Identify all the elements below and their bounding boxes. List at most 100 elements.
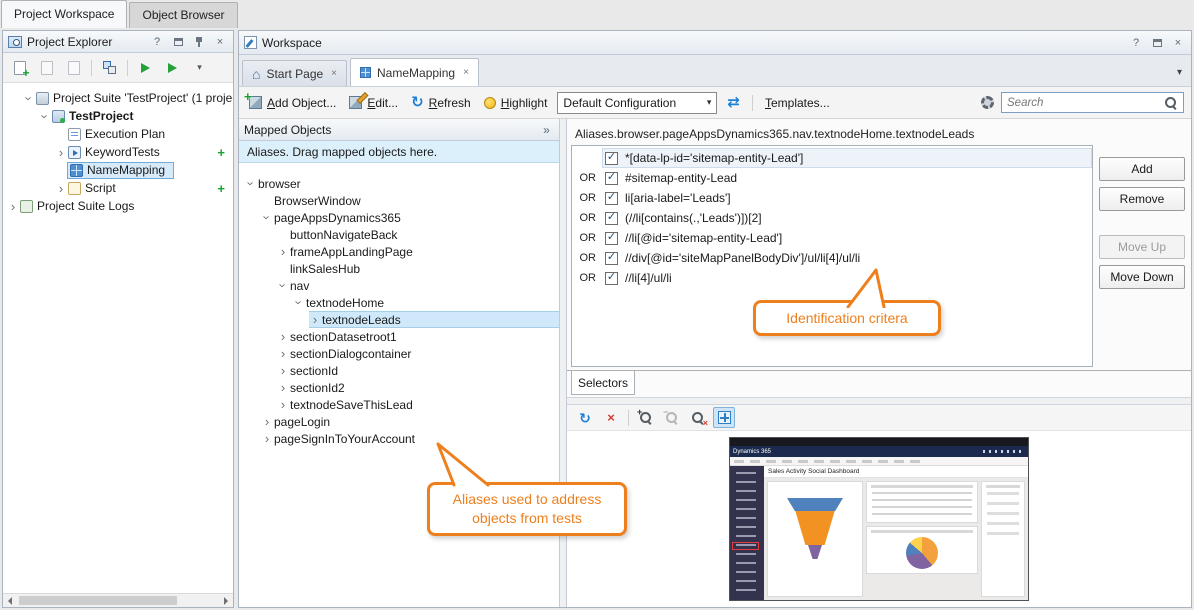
selector-checkbox[interactable]: ✓ xyxy=(605,152,618,165)
selector-row[interactable]: OR✓//div[@id='siteMapPanelBodyDiv']/ul/l… xyxy=(572,248,1092,268)
chevron-right-icon[interactable] xyxy=(277,347,289,361)
update-image-icon[interactable]: ↻ xyxy=(574,407,596,428)
alias-item-browser[interactable]: browser xyxy=(245,175,559,192)
highlight-button[interactable]: Highlight xyxy=(481,93,551,113)
tree-item-testproject[interactable]: TestProject xyxy=(3,107,233,125)
alias-item-sectionid2[interactable]: sectionId2 xyxy=(277,379,559,396)
selector-checkbox[interactable]: ✓ xyxy=(605,272,618,285)
alias-item-textnodeleads[interactable]: textnodeLeads xyxy=(309,311,559,328)
remove-button[interactable]: Remove xyxy=(1099,187,1185,211)
chevron-right-icon[interactable] xyxy=(55,181,67,195)
add-script-icon[interactable]: + xyxy=(217,181,225,196)
selector-row[interactable]: OR✓//li[@id='sitemap-entity-Lead'] xyxy=(572,228,1092,248)
selector-checkbox[interactable]: ✓ xyxy=(605,212,618,225)
alias-item-sectiondialogcontainer[interactable]: sectionDialogcontainer xyxy=(277,345,559,362)
run-project-icon[interactable] xyxy=(161,56,184,79)
search-input[interactable] xyxy=(1007,97,1160,109)
selector-row[interactable]: ✓*[data-lp-id='sitemap-entity-Lead'] xyxy=(572,148,1092,168)
collapse-panel-icon[interactable]: » xyxy=(538,122,554,137)
tab-start-page[interactable]: ⌂ Start Page × xyxy=(242,60,347,86)
add-existing-item-icon[interactable] xyxy=(35,56,58,79)
close-icon[interactable]: × xyxy=(1170,35,1186,50)
close-icon[interactable]: × xyxy=(212,34,228,49)
alias-item-frameapplandingpage[interactable]: frameAppLandingPage xyxy=(277,243,559,260)
selector-row[interactable]: OR✓//li[4]/ul/li xyxy=(572,268,1092,288)
tree-item-project-suite-logs[interactable]: Project Suite Logs xyxy=(3,197,233,215)
chevron-right-icon[interactable] xyxy=(261,415,273,429)
gear-icon[interactable] xyxy=(981,96,994,109)
add-new-item-icon[interactable] xyxy=(8,56,31,79)
selector-checkbox[interactable]: ✓ xyxy=(605,252,618,265)
tree-item-namemapping[interactable]: NameMapping xyxy=(3,161,233,179)
alias-item-pagesignintoyouraccount[interactable]: pageSignInToYourAccount xyxy=(261,430,559,447)
chevron-right-icon[interactable] xyxy=(277,330,289,344)
chevron-down-icon[interactable] xyxy=(261,211,273,225)
update-configurations-button[interactable]: ⇄ xyxy=(724,92,743,113)
run-options-dropdown[interactable]: ▾ xyxy=(188,56,211,79)
object-preview-image[interactable]: Dynamics 365 Sales Activity Social Dashb… xyxy=(729,437,1029,601)
tab-object-browser[interactable]: Object Browser xyxy=(129,2,237,28)
move-down-button[interactable]: Move Down xyxy=(1099,265,1185,289)
chevron-down-icon[interactable] xyxy=(245,177,257,191)
chevron-down-icon[interactable] xyxy=(293,296,305,310)
chevron-right-icon[interactable] xyxy=(277,381,289,395)
alias-item-browserwindow[interactable]: BrowserWindow xyxy=(261,192,559,209)
float-window-icon[interactable] xyxy=(170,34,186,49)
templates-button[interactable]: Templates... xyxy=(762,93,833,113)
search-box[interactable] xyxy=(1001,92,1184,113)
chevron-right-icon[interactable] xyxy=(277,398,289,412)
add-object-button[interactable]: Add Object... xyxy=(246,93,339,113)
horizontal-scrollbar[interactable] xyxy=(3,593,233,607)
tab-list-dropdown[interactable]: ▾ xyxy=(1171,67,1188,86)
pin-icon[interactable] xyxy=(191,34,207,49)
alias-item-pageappsdynamics365[interactable]: pageAppsDynamics365 xyxy=(261,209,559,226)
float-window-icon[interactable] xyxy=(1149,35,1165,50)
run-test-icon[interactable] xyxy=(134,56,157,79)
add-button[interactable]: Add xyxy=(1099,157,1185,181)
tree-item-script[interactable]: Script + xyxy=(3,179,233,197)
selector-checkbox[interactable]: ✓ xyxy=(605,192,618,205)
alias-item-pagelogin[interactable]: pageLogin xyxy=(261,413,559,430)
alias-item-sectiondatasetroot1[interactable]: sectionDatasetroot1 xyxy=(277,328,559,345)
chevron-right-icon[interactable] xyxy=(277,245,289,259)
scrollbar-thumb[interactable] xyxy=(19,596,177,605)
tab-namemapping[interactable]: NameMapping × xyxy=(350,58,479,86)
zoom-reset-icon[interactable]: × xyxy=(687,407,709,428)
tab-project-workspace[interactable]: Project Workspace xyxy=(1,0,127,28)
tree-item-project-suite[interactable]: Project Suite 'TestProject' (1 project) xyxy=(3,89,233,107)
selector-row[interactable]: OR✓#sitemap-entity-Lead xyxy=(572,168,1092,188)
tab-close-icon[interactable]: × xyxy=(463,67,469,78)
tree-item-execution-plan[interactable]: Execution Plan xyxy=(3,125,233,143)
edit-button[interactable]: Edit... xyxy=(346,93,401,113)
configuration-select[interactable]: Default Configuration ▾ xyxy=(557,92,717,114)
scroll-right-arrow[interactable] xyxy=(219,594,233,607)
alias-item-nav[interactable]: nav xyxy=(277,277,559,294)
refresh-button[interactable]: ↻ Refresh xyxy=(408,92,474,113)
section-splitter[interactable] xyxy=(567,397,1191,405)
chevron-right-icon[interactable] xyxy=(261,432,273,446)
help-icon[interactable]: ? xyxy=(1128,35,1144,50)
selector-row[interactable]: OR✓(//li[contains(.,'Leads')])[2] xyxy=(572,208,1092,228)
help-icon[interactable]: ? xyxy=(149,34,165,49)
alias-item-textnodehome[interactable]: textnodeHome xyxy=(293,294,559,311)
selected-tree-item[interactable]: NameMapping xyxy=(67,162,174,179)
alias-item-buttonnavigateback[interactable]: buttonNavigateBack xyxy=(277,226,559,243)
chevron-right-icon[interactable] xyxy=(309,313,321,327)
chevron-down-icon[interactable] xyxy=(277,279,289,293)
delete-image-icon[interactable]: × xyxy=(600,407,622,428)
selector-row[interactable]: OR✓li[aria-label='Leads'] xyxy=(572,188,1092,208)
add-keyword-test-icon[interactable]: + xyxy=(217,145,225,160)
chevron-right-icon[interactable] xyxy=(277,364,289,378)
chevron-right-icon[interactable] xyxy=(7,199,19,213)
chevron-down-icon[interactable] xyxy=(23,91,35,105)
alias-item-linksaleshub[interactable]: linkSalesHub xyxy=(277,260,559,277)
selector-checkbox[interactable]: ✓ xyxy=(605,172,618,185)
move-up-button[interactable]: Move Up xyxy=(1099,235,1185,259)
tree-item-keywordtests[interactable]: KeywordTests + xyxy=(3,143,233,161)
selector-checkbox[interactable]: ✓ xyxy=(605,232,618,245)
fit-to-window-icon[interactable] xyxy=(713,407,735,428)
scroll-left-arrow[interactable] xyxy=(3,594,17,607)
zoom-in-icon[interactable]: + xyxy=(635,407,657,428)
save-item-icon[interactable] xyxy=(62,56,85,79)
alias-item-textnodesavethislead[interactable]: textnodeSaveThisLead xyxy=(277,396,559,413)
